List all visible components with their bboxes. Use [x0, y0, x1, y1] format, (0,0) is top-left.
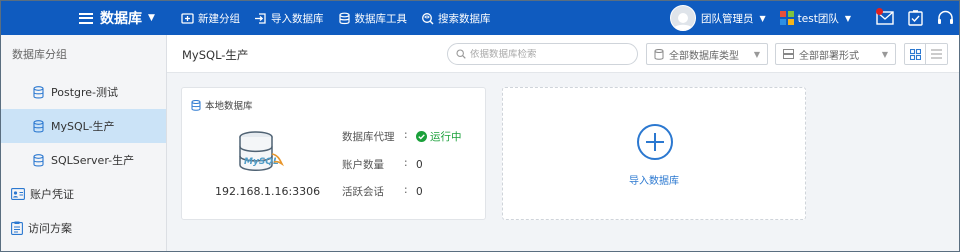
mysql-logo-icon: MySQL	[239, 131, 284, 171]
add-icon[interactable]	[637, 124, 673, 160]
credential-icon	[11, 188, 25, 200]
chevron-down-icon: ▼	[844, 13, 851, 23]
deploy-mode-select[interactable]: 全部部署形式 ▼	[775, 43, 896, 65]
field-label: 账户数量	[342, 159, 384, 171]
team-menu[interactable]: test团队	[798, 11, 839, 26]
import-icon	[255, 12, 266, 24]
status-text: 运行中	[430, 131, 462, 143]
sidebar-header: 数据库分组	[12, 48, 67, 61]
field-label: 活跃会话	[342, 186, 384, 198]
sidebar-item-mysql[interactable]: MySQL-生产	[1, 109, 166, 143]
access-plan-icon	[11, 221, 23, 235]
status-badge: 运行中	[416, 129, 462, 144]
sidebar-item-postgre[interactable]: Postgre-测试	[1, 75, 166, 109]
tools-icon	[338, 12, 350, 24]
deploy-mode-value: 全部部署形式	[799, 50, 859, 62]
sidebar-section-label: 访问方案	[28, 222, 72, 235]
module-title: 数据库	[100, 11, 142, 27]
db-type-value: 全部数据库类型	[669, 50, 739, 62]
top-bar-right: 团队管理员 ▼ test团队 ▼	[670, 1, 959, 35]
db-proxy-row: 数据库代理 : 运行中	[342, 129, 462, 144]
notification-dot	[876, 8, 883, 15]
avatar[interactable]	[670, 5, 697, 31]
search-database-label: 搜索数据库	[438, 12, 491, 25]
page-title: MySQL-生产	[182, 48, 249, 62]
module-switcher[interactable]: 数据库 ▼	[1, 1, 167, 35]
search-icon	[456, 49, 466, 59]
sidebar-item-credentials[interactable]: 账户凭证	[1, 177, 166, 211]
chevron-down-icon: ▼	[759, 13, 766, 23]
database-tools-label: 数据库工具	[354, 12, 408, 25]
sidebar-item-label: SQLServer-生产	[51, 154, 135, 167]
sidebar-item-label: Postgre-测试	[51, 86, 119, 99]
sidebar-item-label: MySQL-生产	[51, 120, 115, 133]
database-icon	[33, 119, 44, 132]
database-icon	[33, 153, 44, 166]
top-bar: 数据库 ▼ 新建分组 导入数据库 数据库工具 搜索数据库 团队管理员 ▼ tes…	[1, 1, 959, 35]
search-db-icon	[422, 12, 434, 24]
card-header: 本地数据库	[191, 98, 253, 112]
mail-button[interactable]	[875, 8, 895, 28]
field-label: 数据库代理	[342, 131, 395, 143]
chevron-down-icon: ▼	[881, 49, 888, 59]
search-database-button[interactable]: 搜索数据库	[421, 1, 491, 35]
search-box[interactable]	[447, 43, 638, 65]
sidebar-item-access-plan[interactable]: 访问方案	[1, 211, 166, 245]
tasks-icon	[907, 10, 923, 26]
check-circle-icon	[416, 131, 427, 142]
import-database-button[interactable]: 导入数据库	[254, 1, 324, 35]
db-type-select[interactable]: 全部数据库类型 ▼	[646, 43, 768, 65]
import-database-label: 导入数据库	[271, 12, 324, 25]
import-database-card[interactable]: 导入数据库	[502, 87, 806, 220]
support-button[interactable]	[935, 8, 955, 28]
import-database-label: 导入数据库	[629, 176, 679, 187]
mysql-logo-text: MySQL	[244, 157, 279, 167]
database-icon	[654, 48, 664, 60]
tasks-button[interactable]	[905, 8, 925, 28]
grid-view-button[interactable]	[905, 44, 927, 64]
sidebar-section-label: 账户凭证	[30, 188, 74, 201]
search-input[interactable]	[470, 48, 630, 60]
server-icon	[783, 49, 794, 59]
account-count-value: 0	[416, 158, 423, 171]
chevron-down-icon: ▼	[148, 13, 155, 23]
app-window: 数据库 ▼ 新建分组 导入数据库 数据库工具 搜索数据库 团队管理员 ▼ tes…	[0, 0, 960, 252]
view-toggle	[904, 43, 948, 65]
sidebar-item-sqlserver[interactable]: SQLServer-生产	[1, 143, 166, 177]
card-header-label: 本地数据库	[205, 101, 253, 112]
team-icon	[779, 11, 794, 25]
database-icon	[33, 85, 44, 98]
sidebar: 数据库分组 Postgre-测试 MySQL-生产 SQLServer-生产 账…	[1, 35, 167, 251]
headset-icon	[937, 10, 953, 24]
new-group-button[interactable]: 新建分组	[181, 1, 240, 35]
database-icon	[191, 99, 201, 111]
account-count-row: 账户数量 : 0	[342, 157, 423, 171]
user-menu[interactable]: 团队管理员	[701, 11, 754, 26]
list-view-icon	[931, 49, 942, 59]
grid-view-icon	[909, 48, 921, 60]
active-sessions-row: 活跃会话 : 0	[342, 184, 423, 198]
hamburger-menu-icon[interactable]	[79, 12, 93, 24]
db-address: 192.168.1.16:3306	[215, 185, 321, 198]
database-tools-button[interactable]: 数据库工具	[338, 1, 408, 35]
active-sessions-value: 0	[416, 185, 423, 198]
new-group-icon	[181, 12, 194, 24]
content-header: MySQL-生产 全部数据库类型 ▼ 全部部署形式 ▼	[167, 35, 959, 73]
chevron-down-icon: ▼	[753, 49, 760, 59]
list-view-button[interactable]	[926, 44, 947, 64]
new-group-label: 新建分组	[198, 12, 240, 25]
database-card[interactable]: 本地数据库 MySQL 192.168.1.16:3306 数据库代理 : 运行…	[181, 87, 486, 220]
user-avatar-icon	[673, 13, 694, 30]
